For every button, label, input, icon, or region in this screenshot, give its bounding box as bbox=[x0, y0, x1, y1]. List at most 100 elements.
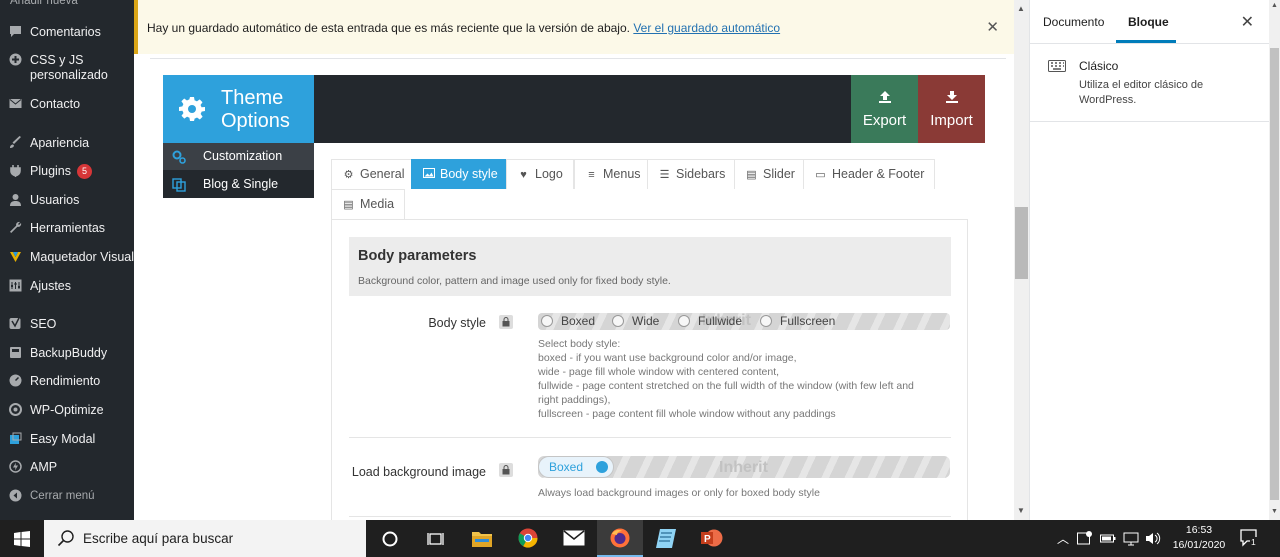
task-view-button[interactable] bbox=[413, 520, 459, 557]
section-header: Body parameters Background color, patter… bbox=[349, 237, 951, 296]
powerpoint-button[interactable]: P bbox=[689, 520, 735, 557]
tab-slider[interactable]: ▤ Slider bbox=[734, 159, 806, 189]
theme-options-title: Theme Options bbox=[221, 87, 290, 133]
tray-app-icon[interactable] bbox=[1077, 531, 1093, 546]
editor-scrollbar[interactable]: ▲ ▼ bbox=[1014, 0, 1029, 520]
help-line: wide - page fill whole window with cente… bbox=[538, 366, 780, 378]
action-center-button[interactable]: 1 bbox=[1238, 527, 1260, 549]
scroll-down-icon[interactable]: ▼ bbox=[1017, 506, 1026, 515]
view-autosave-link[interactable]: Ver el guardado automático bbox=[633, 21, 780, 35]
sidebar-item-rendimiento[interactable]: Rendimiento bbox=[0, 374, 134, 389]
nav-blog-single[interactable]: Blog & Single bbox=[163, 171, 314, 198]
scroll-up-icon[interactable]: ▲ bbox=[1017, 4, 1026, 13]
export-label: Export bbox=[862, 112, 907, 129]
firefox-button[interactable] bbox=[597, 520, 643, 557]
sidebar-item-label: Comentarios bbox=[30, 25, 101, 39]
tab-general[interactable]: ⚙ General bbox=[331, 159, 416, 189]
network-icon[interactable] bbox=[1123, 531, 1139, 546]
modal-icon bbox=[8, 432, 22, 446]
sidebar-item-label: Añadir nueva bbox=[10, 0, 78, 7]
radio-fullwide[interactable]: Fullwide bbox=[678, 314, 742, 328]
sidebar-item-label: CSS y JS personalizado bbox=[30, 53, 108, 82]
radio-dot bbox=[541, 315, 553, 327]
sidebar-item-css-js[interactable]: CSS y JS personalizado bbox=[0, 53, 134, 83]
dismiss-notice-icon[interactable]: ✕ bbox=[986, 18, 999, 36]
battery-icon[interactable] bbox=[1100, 531, 1116, 546]
sidebar-item-ajustes[interactable]: Ajustes bbox=[0, 279, 134, 294]
sidebar-item-easy-modal[interactable]: Easy Modal bbox=[0, 432, 134, 447]
scroll-up-icon[interactable]: ▲ bbox=[1271, 2, 1278, 9]
tab-logo[interactable]: ♥ Logo bbox=[506, 159, 574, 189]
tab-menus[interactable]: ≡ Menus bbox=[574, 159, 652, 189]
tab-block[interactable]: Bloque bbox=[1128, 15, 1169, 29]
folder-icon bbox=[472, 532, 492, 547]
taskbar-clock[interactable]: 16:53 16/01/2020 bbox=[1168, 523, 1230, 553]
close-icon[interactable]: ✕ bbox=[1241, 12, 1254, 32]
sidebar-item-seo[interactable]: SEO bbox=[0, 317, 134, 332]
sidebar-item-apariencia[interactable]: Apariencia bbox=[0, 136, 134, 151]
sidebar-item-label: AMP bbox=[30, 460, 58, 474]
tab-header-footer[interactable]: ▭ Header & Footer bbox=[803, 159, 936, 189]
theme-options-header: Theme Options Export Import bbox=[163, 75, 985, 143]
mail-icon bbox=[563, 530, 585, 546]
show-hidden-icons-chevron-icon[interactable]: ︿ bbox=[1057, 530, 1069, 547]
scrollbar-thumb[interactable] bbox=[1270, 48, 1279, 500]
sidebar-item-comentarios[interactable]: Comentarios bbox=[0, 25, 134, 40]
sidebar-item-wp-optimize[interactable]: WP-Optimize bbox=[0, 403, 134, 418]
lock-icon[interactable] bbox=[499, 315, 513, 329]
sidebar-item-maquetador-visual[interactable]: Maquetador Visual bbox=[0, 250, 134, 265]
radio-boxed[interactable]: Boxed bbox=[541, 314, 595, 328]
file-explorer-button[interactable] bbox=[459, 520, 505, 557]
radio-dot bbox=[612, 315, 624, 327]
lock-icon[interactable] bbox=[499, 463, 513, 477]
start-button[interactable] bbox=[0, 520, 44, 557]
wp-admin-sidebar: Añadir nueva Comentarios CSS y JS person… bbox=[0, 0, 134, 520]
tab-body-style[interactable]: Body style bbox=[411, 159, 509, 189]
collapse-menu-button[interactable]: Cerrar menú bbox=[0, 489, 134, 504]
import-label: Import bbox=[930, 112, 973, 129]
toggle-knob bbox=[596, 461, 608, 473]
scroll-down-icon[interactable]: ▼ bbox=[1271, 508, 1278, 515]
sidebar-item-herramientas[interactable]: Herramientas bbox=[0, 221, 134, 236]
inspector-scrollbar[interactable]: ▲ ▼ bbox=[1269, 0, 1280, 520]
sidebar-item-label: Apariencia bbox=[30, 136, 90, 150]
radio-wide[interactable]: Wide bbox=[612, 314, 659, 328]
backup-icon bbox=[8, 346, 22, 360]
sidebar-item-add-new[interactable]: Añadir nueva bbox=[0, 0, 134, 9]
autosave-notice-message: Hay un guardado automático de esta entra… bbox=[147, 21, 630, 35]
sidebar-item-label: BackupBuddy bbox=[30, 346, 108, 360]
user-icon bbox=[8, 193, 22, 207]
tab-media[interactable]: ▤ Media bbox=[331, 189, 406, 219]
sidebar-item-usuarios[interactable]: Usuarios bbox=[0, 193, 134, 208]
export-button[interactable]: Export bbox=[851, 75, 918, 143]
load-bg-help: Always load background images or only fo… bbox=[538, 487, 820, 499]
taskbar-search-box[interactable]: Escribe aquí para buscar bbox=[44, 520, 366, 557]
import-button[interactable]: Import bbox=[918, 75, 985, 143]
sidebar-item-contacto[interactable]: Contacto bbox=[0, 97, 134, 112]
load-bg-label: Load background image bbox=[351, 465, 486, 479]
mail-app-button[interactable] bbox=[551, 520, 597, 557]
tab-sidebars[interactable]: ☰ Sidebars bbox=[647, 159, 737, 189]
nav-customization[interactable]: Customization bbox=[163, 143, 314, 170]
tab-document[interactable]: Documento bbox=[1043, 15, 1104, 29]
sidebar-item-label: Ajustes bbox=[30, 279, 71, 293]
chrome-button[interactable] bbox=[505, 520, 551, 557]
block-inspector: Documento Bloque ✕ Clásico Utiliza el ed… bbox=[1029, 0, 1270, 520]
slider-icon: ▤ bbox=[746, 169, 757, 181]
load-bg-toggle[interactable]: Boxed bbox=[538, 456, 614, 478]
sidebar-item-backupbuddy[interactable]: BackupBuddy bbox=[0, 346, 134, 361]
wrench-icon bbox=[8, 221, 22, 235]
volume-icon[interactable] bbox=[1145, 531, 1161, 546]
radio-fullscreen[interactable]: Fullscreen bbox=[760, 314, 835, 328]
notes-app-button[interactable] bbox=[643, 520, 689, 557]
help-line: right paddings), bbox=[538, 394, 611, 406]
help-line: fullwide - page content stretched on the… bbox=[538, 380, 914, 392]
sidebar-item-plugins[interactable]: Plugins 5 bbox=[0, 164, 134, 179]
sidebar-item-amp[interactable]: AMP bbox=[0, 460, 134, 475]
list-icon: ≡ bbox=[588, 169, 595, 181]
theme-options-nav: Customization Blog & Single bbox=[163, 143, 314, 198]
body-style-help: Select body style: boxed - if you want u… bbox=[538, 337, 948, 421]
cortana-button[interactable] bbox=[367, 520, 413, 557]
row-divider bbox=[349, 437, 951, 438]
scrollbar-thumb[interactable] bbox=[1015, 207, 1028, 279]
